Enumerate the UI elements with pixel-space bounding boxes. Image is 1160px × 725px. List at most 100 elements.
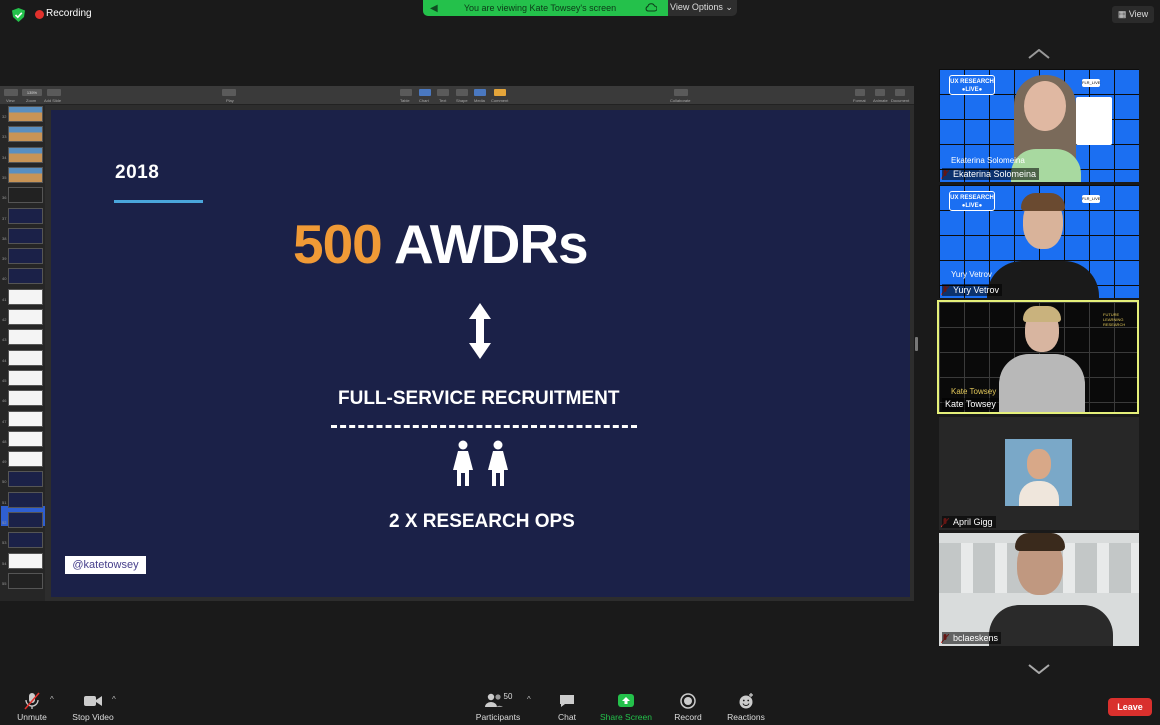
- slide-thumbnail[interactable]: [8, 532, 43, 549]
- slide-thumbnail[interactable]: [8, 410, 43, 427]
- headline-number: 500: [293, 213, 383, 275]
- recording-dot-icon: [35, 10, 44, 19]
- dashed-divider: [331, 425, 637, 428]
- document-button[interactable]: [895, 89, 905, 96]
- participant-tile-yury[interactable]: UX RESEARCH ●LIVE● FLR_LIVE Yury Vetrov …: [939, 185, 1139, 298]
- share-screen-button[interactable]: Share Screen: [598, 692, 654, 724]
- leave-button[interactable]: Leave: [1108, 698, 1152, 716]
- slide-number: 53: [2, 540, 7, 546]
- slide-number: 50: [2, 479, 7, 485]
- resize-handle[interactable]: [915, 337, 918, 351]
- toolbar-label: Animate: [873, 98, 888, 103]
- participant-tile-april[interactable]: April Gigg: [939, 417, 1139, 530]
- chat-icon: [560, 695, 574, 707]
- participant-hair: [1023, 306, 1061, 322]
- participants-icon: [484, 693, 503, 707]
- slide-thumbnail[interactable]: [8, 491, 43, 508]
- slide-thumbnail[interactable]: [8, 187, 43, 204]
- share-screen-label: Share Screen: [600, 712, 652, 722]
- slide-thumbnail[interactable]: [8, 166, 43, 183]
- slide-thumbnail[interactable]: [8, 248, 43, 265]
- slide-thumbnail[interactable]: [8, 288, 43, 305]
- participant-name: Kate Towsey: [942, 398, 999, 410]
- slide-thumbnail[interactable]: [8, 106, 43, 122]
- slide-thumbnail[interactable]: [8, 369, 43, 386]
- chat-button[interactable]: Chat: [552, 692, 582, 724]
- play-button[interactable]: [222, 89, 236, 96]
- participants-button[interactable]: 50 Participants: [472, 692, 524, 724]
- view-button-label: View: [1128, 9, 1149, 19]
- headline-text: AWDRs: [394, 213, 589, 275]
- slide-thumbnail[interactable]: [8, 552, 43, 569]
- participants-count: 50: [503, 692, 513, 701]
- flr-badge: FLR_LIVE: [1082, 79, 1101, 87]
- unmute-button[interactable]: Unmute: [12, 692, 52, 724]
- slide-number: 54: [2, 560, 7, 566]
- slide-thumbnail[interactable]: [8, 390, 43, 407]
- view-tool-button[interactable]: [4, 89, 18, 96]
- viewing-screen-text: You are viewing Kate Towsey's screen: [463, 3, 617, 13]
- slide-number: 46: [2, 398, 7, 404]
- audio-options-caret[interactable]: ^: [50, 695, 54, 704]
- chart-button[interactable]: [419, 89, 431, 96]
- format-button[interactable]: [855, 89, 865, 96]
- view-button[interactable]: ▦ View: [1112, 6, 1154, 23]
- research-ops-text: 2 X RESEARCH OPS: [389, 511, 575, 532]
- background-name: Ekaterina Solomeina: [951, 156, 1025, 165]
- participants-options-caret[interactable]: ^: [527, 695, 531, 704]
- slide-thumbnail[interactable]: [8, 227, 43, 244]
- slide-thumbnail[interactable]: [8, 329, 43, 346]
- speaker-icon: ◀: [430, 3, 438, 14]
- stop-video-button[interactable]: Stop Video: [68, 692, 118, 724]
- slide-thumbnail[interactable]: [8, 430, 43, 447]
- slide-thumbnail[interactable]: [8, 207, 43, 224]
- video-options-caret[interactable]: ^: [112, 695, 116, 704]
- slide-thumbnail[interactable]: [8, 572, 43, 589]
- stop-video-label: Stop Video: [72, 712, 114, 722]
- muted-mic-icon: [24, 692, 40, 710]
- participant-hair: [1021, 193, 1065, 211]
- participant-tile-kate-active[interactable]: FUTURE LEARNING RESEARCH Kate Towsey Kat…: [937, 300, 1139, 414]
- slide-number: 40: [2, 276, 7, 282]
- chevron-down-icon[interactable]: [1028, 664, 1050, 674]
- slide-thumbnail[interactable]: [8, 512, 43, 528]
- comment-button[interactable]: [494, 89, 506, 96]
- participants-icon-group: 50: [472, 692, 524, 710]
- animate-button[interactable]: [875, 89, 885, 96]
- person-icon: [488, 440, 508, 486]
- media-button[interactable]: [474, 89, 486, 96]
- reactions-button[interactable]: Reactions: [722, 692, 770, 724]
- slide-number: 36: [2, 195, 7, 201]
- slide-thumbnail[interactable]: [8, 349, 43, 366]
- zoom-select[interactable]: 135%: [22, 89, 42, 96]
- slide-thumbnail[interactable]: [8, 268, 43, 285]
- table-button[interactable]: [400, 89, 412, 96]
- record-button[interactable]: Record: [670, 692, 706, 724]
- toolbar-label: Chart: [419, 98, 429, 103]
- toolbar-label: View: [6, 98, 15, 103]
- slide-number: 51: [2, 499, 7, 505]
- slide-thumbnail[interactable]: [8, 451, 43, 468]
- shield-icon[interactable]: [12, 8, 25, 22]
- participant-name: April Gigg: [942, 516, 996, 528]
- toolbar-label: Format: [853, 98, 866, 103]
- slide-thumbnail[interactable]: [8, 146, 43, 163]
- add-slide-button[interactable]: [47, 89, 61, 96]
- chevron-up-icon[interactable]: [1028, 49, 1050, 59]
- slide-number: 35: [2, 174, 7, 180]
- view-options-menu[interactable]: View Options ⌄: [670, 2, 733, 13]
- slide-thumbnail[interactable]: [8, 471, 43, 488]
- collaborate-button[interactable]: [674, 89, 688, 96]
- participant-hair: [1015, 533, 1065, 551]
- slide-thumbnail[interactable]: [8, 126, 43, 143]
- reactions-label: Reactions: [727, 712, 765, 722]
- slide-thumbnail[interactable]: [8, 309, 43, 325]
- slide-number: 49: [2, 459, 7, 465]
- shape-button[interactable]: [456, 89, 468, 96]
- recording-label[interactable]: Recording: [46, 8, 92, 19]
- slide-number: 44: [2, 357, 7, 363]
- participant-tile-bclaeskens[interactable]: bclaeskens: [939, 533, 1139, 646]
- text-button[interactable]: [437, 89, 449, 96]
- participant-tile-ekaterina[interactable]: UX RESEARCH ●LIVE● FLR_LIVE Ekaterina So…: [939, 69, 1139, 182]
- background-name: Kate Towsey: [951, 387, 997, 396]
